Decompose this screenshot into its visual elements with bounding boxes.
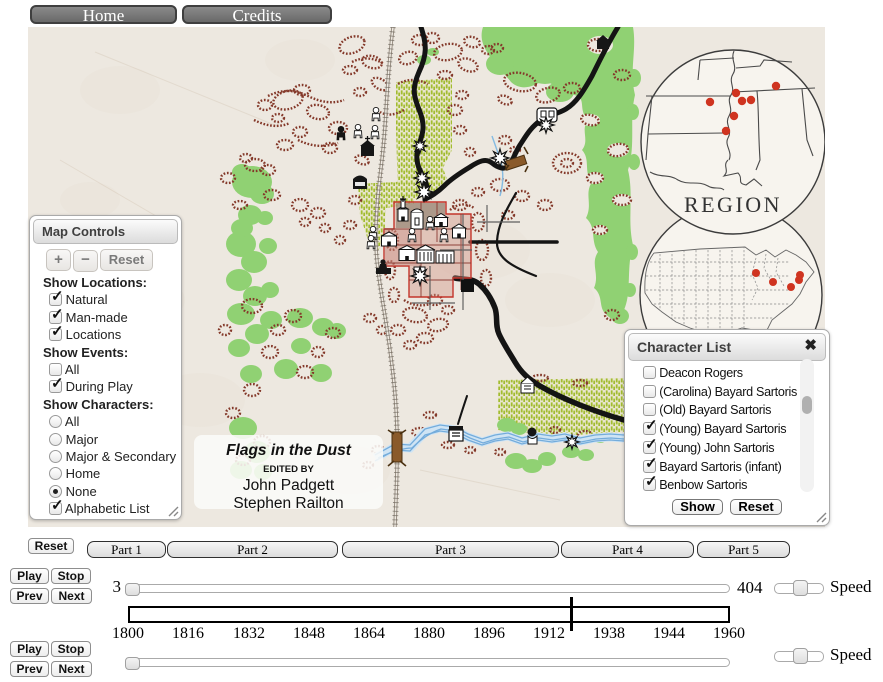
svg-text:REGION: REGION	[684, 192, 782, 217]
